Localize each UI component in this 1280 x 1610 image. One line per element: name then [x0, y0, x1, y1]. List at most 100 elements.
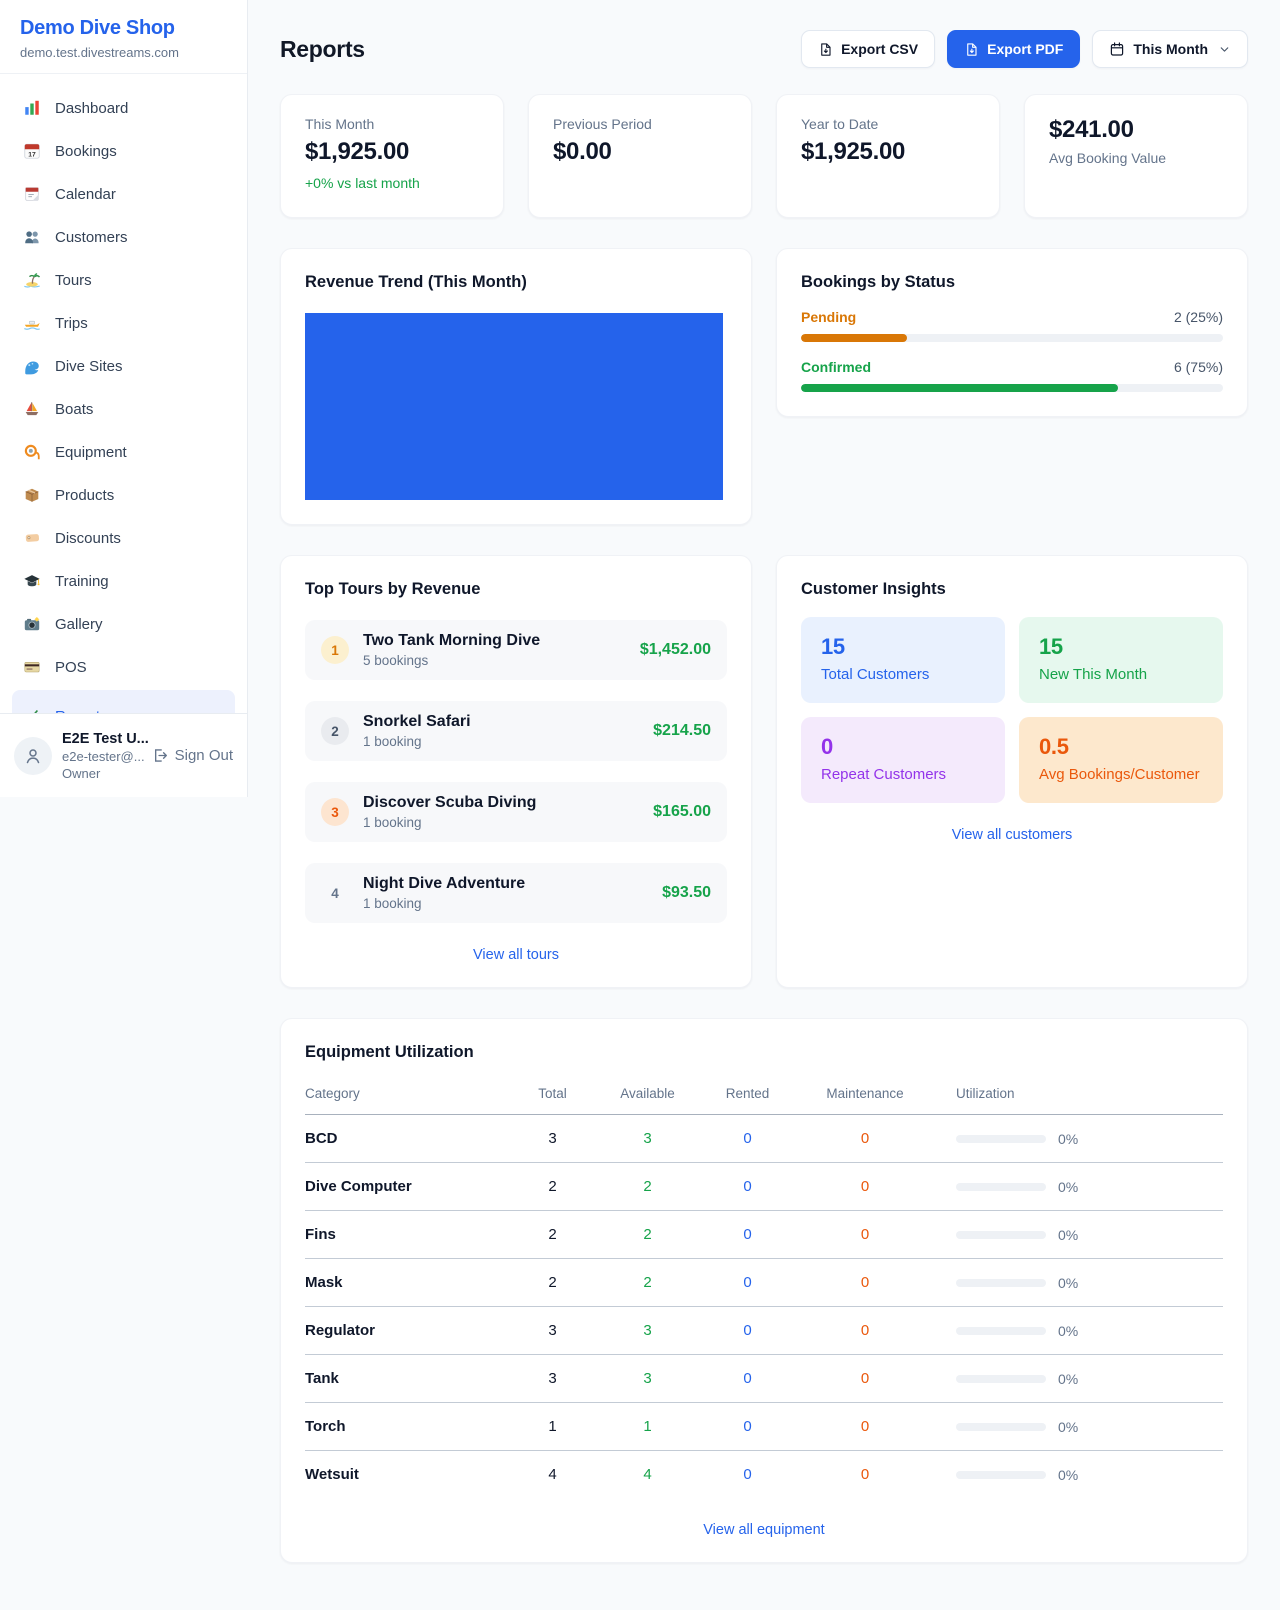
metric-value: 0.5 — [1039, 734, 1203, 760]
graduation-cap-icon — [22, 571, 42, 591]
sidebar-item-discounts[interactable]: Discounts — [12, 518, 235, 558]
progress-fill-confirmed — [801, 384, 1118, 392]
cell-total: 3 — [505, 1115, 600, 1163]
stats-grid: This Month $1,925.00 +0% vs last month P… — [280, 94, 1248, 218]
cell-total: 1 — [505, 1403, 600, 1451]
sidebar-item-products[interactable]: Products — [12, 475, 235, 515]
view-all-tours-link[interactable]: View all tours — [305, 947, 727, 963]
status-value: 6 (75%) — [1174, 359, 1223, 375]
chevron-down-icon — [1218, 43, 1231, 56]
cell-utilization: 0% — [930, 1307, 1223, 1355]
column-header: Category — [305, 1076, 505, 1115]
stat-value: $1,925.00 — [305, 138, 479, 166]
view-all-customers-link[interactable]: View all customers — [801, 827, 1223, 843]
sidebar-item-label: Equipment — [55, 444, 127, 461]
revenue-trend-bar-chart — [305, 313, 723, 500]
cell-rented: 0 — [695, 1211, 800, 1259]
sidebar-item-gallery[interactable]: Gallery — [12, 604, 235, 644]
tour-row: 3 Discover Scuba Diving 1 booking $165.0… — [305, 782, 727, 842]
period-selector[interactable]: This Month — [1092, 30, 1248, 68]
brand: Demo Dive Shop demo.test.divestreams.com — [0, 0, 247, 74]
status-row-confirmed: Confirmed 6 (75%) — [801, 359, 1223, 392]
cell-rented: 0 — [695, 1451, 800, 1499]
sidebar-item-dive-sites[interactable]: Dive Sites — [12, 346, 235, 386]
export-csv-button[interactable]: Export CSV — [801, 30, 935, 68]
sidebar-item-trips[interactable]: Trips — [12, 303, 235, 343]
sidebar-item-customers[interactable]: Customers — [12, 217, 235, 257]
status-label: Confirmed — [801, 359, 871, 375]
svg-text:17: 17 — [28, 151, 36, 158]
metric-label: Avg Bookings/Customer — [1039, 766, 1203, 783]
tour-bookings: 1 booking — [363, 815, 536, 830]
sidebar-item-label: Trips — [55, 315, 88, 332]
tour-row: 2 Snorkel Safari 1 booking $214.50 — [305, 701, 727, 761]
tour-name: Two Tank Morning Dive — [363, 632, 540, 650]
utilization-bar — [956, 1183, 1046, 1191]
column-header: Rented — [695, 1076, 800, 1115]
cell-maintenance: 0 — [800, 1355, 930, 1403]
sidebar-item-boats[interactable]: Boats — [12, 389, 235, 429]
cell-category: BCD — [305, 1115, 505, 1163]
header-actions: Export CSV Export PDF This Month — [801, 30, 1248, 68]
utilization-bar — [956, 1471, 1046, 1479]
cell-rented: 0 — [695, 1115, 800, 1163]
cell-category: Regulator — [305, 1307, 505, 1355]
tour-revenue: $1,452.00 — [640, 641, 711, 659]
export-pdf-button[interactable]: Export PDF — [947, 30, 1080, 68]
cell-available: 2 — [600, 1211, 695, 1259]
insights-row: Top Tours by Revenue 1 Two Tank Morning … — [280, 555, 1248, 988]
table-row: Mask 2 2 0 0 0% — [305, 1259, 1223, 1307]
cell-rented: 0 — [695, 1163, 800, 1211]
tear-off-calendar-icon — [22, 184, 42, 204]
rank-badge: 2 — [321, 717, 349, 745]
cell-total: 2 — [505, 1259, 600, 1307]
utilization-bar — [956, 1231, 1046, 1239]
tour-name: Snorkel Safari — [363, 713, 471, 731]
cell-total: 4 — [505, 1451, 600, 1499]
user-meta: E2E Test U... e2e-tester@... Owner — [62, 731, 141, 781]
cell-total: 2 — [505, 1163, 600, 1211]
column-header: Utilization — [930, 1076, 1223, 1115]
view-all-equipment-link[interactable]: View all equipment — [305, 1522, 1223, 1538]
column-header: Total — [505, 1076, 600, 1115]
cell-utilization: 0% — [930, 1163, 1223, 1211]
brand-name: Demo Dive Shop — [20, 17, 227, 40]
stat-label: Year to Date — [801, 116, 975, 132]
rank-badge: 4 — [321, 879, 349, 907]
period-label: This Month — [1133, 41, 1208, 57]
cell-total: 3 — [505, 1355, 600, 1403]
rank-badge: 1 — [321, 636, 349, 664]
cell-available: 1 — [600, 1403, 695, 1451]
progress-track — [801, 334, 1223, 342]
export-pdf-label: Export PDF — [987, 41, 1063, 57]
sign-out-button[interactable]: Sign Out — [151, 747, 233, 764]
sidebar-item-pos[interactable]: POS — [12, 647, 235, 687]
sidebar-item-label: POS — [55, 659, 87, 676]
sidebar-item-calendar[interactable]: Calendar — [12, 174, 235, 214]
utilization-bar — [956, 1327, 1046, 1335]
revenue-trend-panel: Revenue Trend (This Month) — [280, 248, 752, 525]
column-header: Maintenance — [800, 1076, 930, 1115]
cell-utilization: 0% — [930, 1451, 1223, 1499]
metric-new-this-month: 15 New This Month — [1019, 617, 1223, 703]
utilization-percent: 0% — [1058, 1227, 1078, 1243]
sidebar-item-tours[interactable]: Tours — [12, 260, 235, 300]
file-download-icon — [964, 42, 979, 57]
sidebar-item-training[interactable]: Training — [12, 561, 235, 601]
package-icon — [22, 485, 42, 505]
stat-card-previous-period: Previous Period $0.00 — [528, 94, 752, 218]
tour-revenue: $214.50 — [653, 722, 711, 740]
stat-value: $241.00 — [1049, 116, 1223, 144]
cell-utilization: 0% — [930, 1115, 1223, 1163]
sailboat-icon — [22, 399, 42, 419]
cell-category: Fins — [305, 1211, 505, 1259]
panel-title: Customer Insights — [801, 580, 1223, 599]
cell-maintenance: 0 — [800, 1211, 930, 1259]
panel-title: Bookings by Status — [801, 273, 1223, 292]
sidebar-item-equipment[interactable]: Equipment — [12, 432, 235, 472]
tag-icon — [22, 528, 42, 548]
sidebar-item-dashboard[interactable]: Dashboard — [12, 88, 235, 128]
cell-rented: 0 — [695, 1403, 800, 1451]
stat-card-avg-booking-value: $241.00 Avg Booking Value — [1024, 94, 1248, 218]
sidebar-item-bookings[interactable]: 17 Bookings — [12, 131, 235, 171]
